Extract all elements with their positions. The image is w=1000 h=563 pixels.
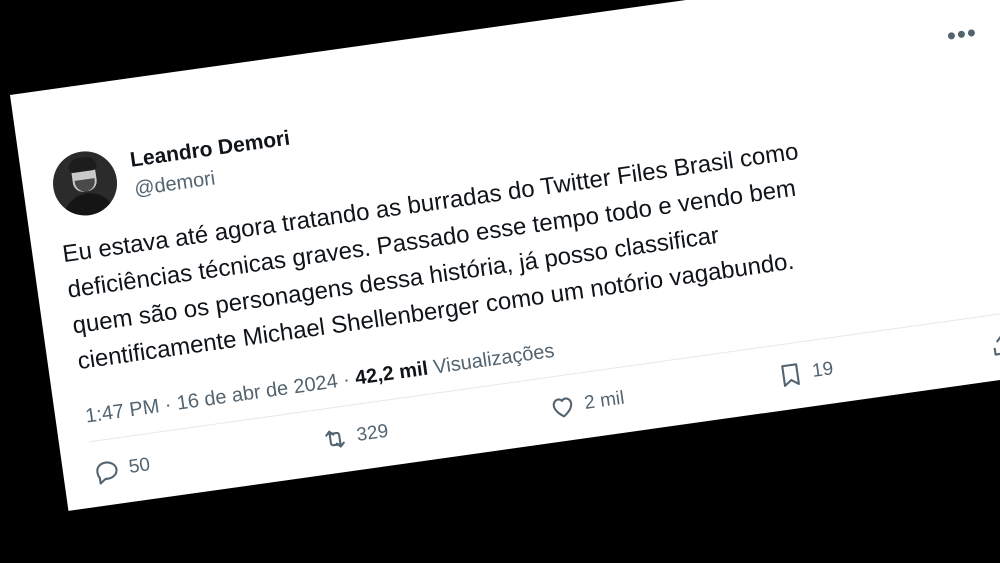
more-horizontal-icon[interactable]: ••• (945, 17, 979, 51)
tweet-time[interactable]: 1:47 PM (84, 395, 161, 427)
views-label: Visualizações (431, 339, 556, 379)
heart-icon (552, 397, 573, 418)
views-count: 42,2 mil (353, 357, 430, 390)
meta-separator: · (341, 368, 352, 392)
author-handle[interactable]: @demori (133, 167, 217, 201)
retweet-button[interactable]: 329 (319, 418, 390, 455)
author-name[interactable]: Leandro Demori (129, 127, 292, 173)
reply-count: 50 (127, 454, 152, 478)
reply-button[interactable]: 50 (91, 451, 151, 487)
tweet-card: Leandro Demori @demori ••• Eu estava até… (10, 0, 1000, 511)
meta-separator: · (163, 393, 173, 417)
retweet-count: 329 (355, 420, 390, 446)
like-button[interactable]: 2 mil (547, 385, 626, 423)
screenshot-stage: Leandro Demori @demori ••• Eu estava até… (0, 0, 1000, 563)
share-button[interactable] (987, 329, 1000, 361)
tweet-date[interactable]: 16 de abr de 2024 (175, 370, 339, 414)
avatar[interactable] (48, 147, 122, 220)
like-count: 2 mil (583, 387, 626, 414)
bookmark-button[interactable]: 19 (775, 355, 835, 391)
avatar-shoulders (60, 189, 117, 220)
reply-icon (96, 461, 118, 485)
retweet-icon (325, 430, 345, 448)
bookmark-count: 19 (810, 358, 835, 382)
share-icon (993, 335, 1000, 356)
bookmark-icon (781, 363, 800, 387)
